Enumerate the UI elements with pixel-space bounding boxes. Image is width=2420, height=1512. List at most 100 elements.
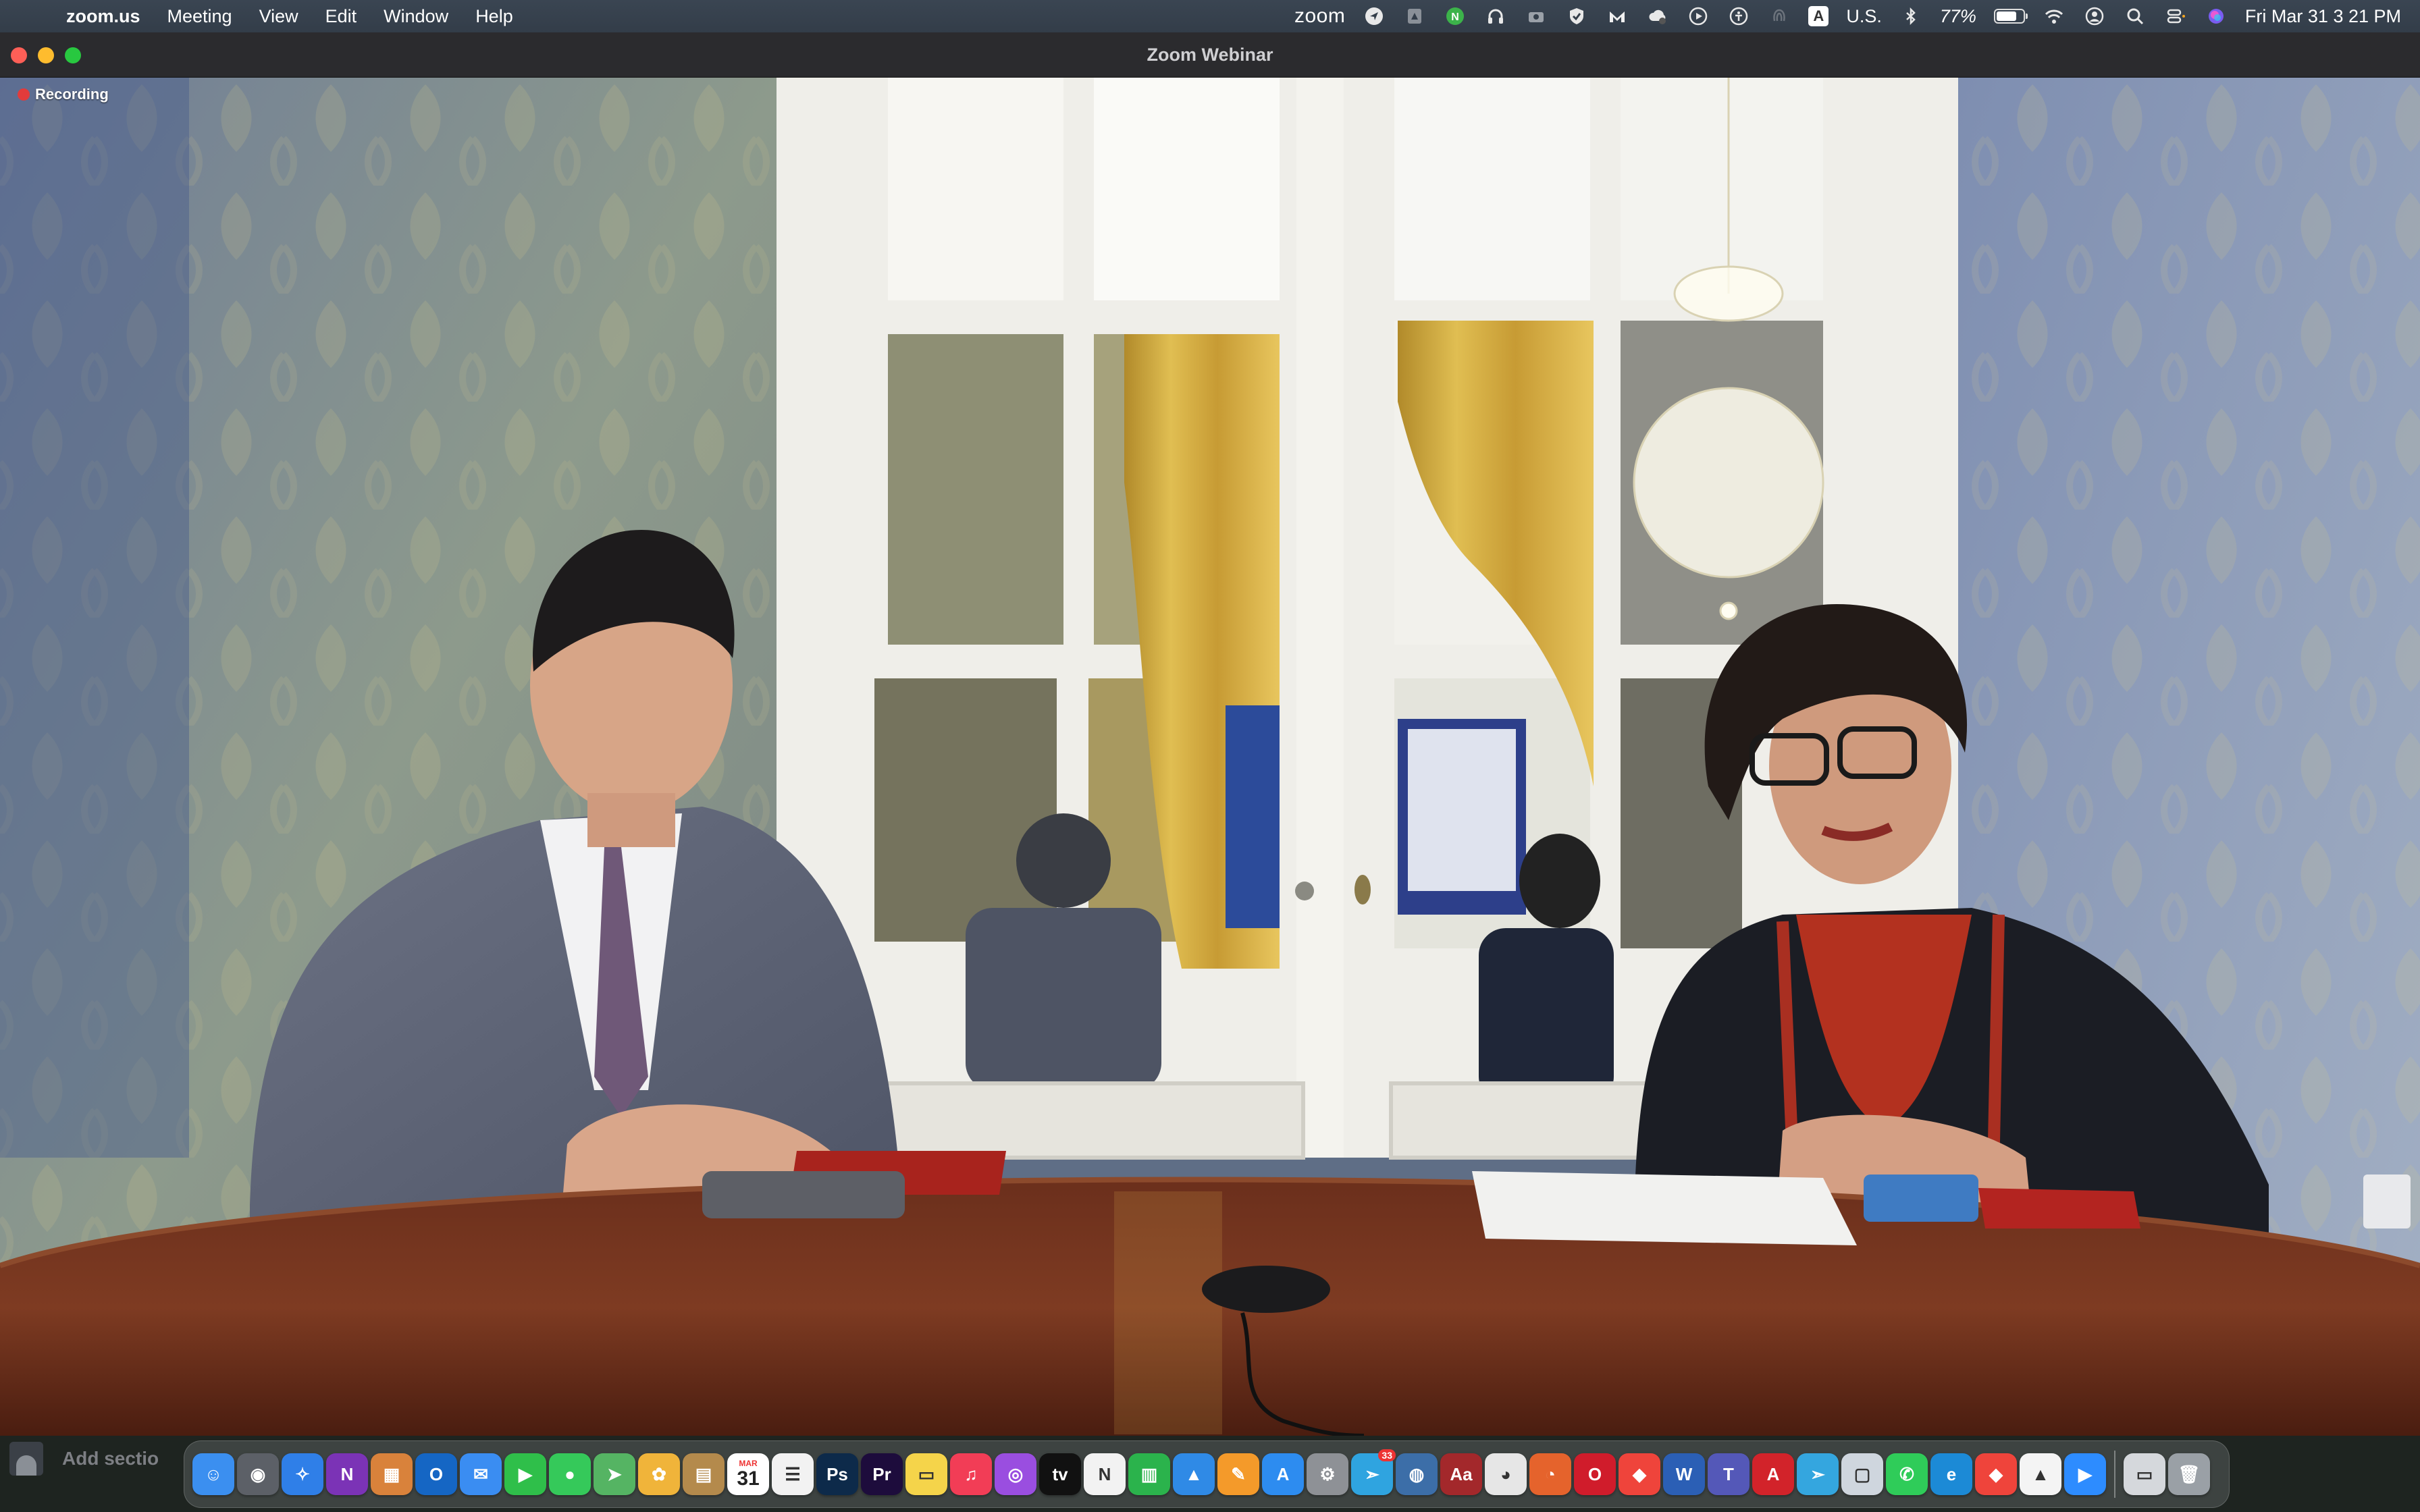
dock-icon-glyph: ✎: [1231, 1463, 1246, 1484]
dock-keynote-icon[interactable]: ▲: [1173, 1453, 1215, 1495]
dock-zoom-icon[interactable]: ▶: [2064, 1453, 2106, 1495]
close-window-button[interactable]: [11, 47, 27, 63]
dock-teams-icon[interactable]: T: [1708, 1453, 1750, 1495]
dock-icon-glyph: ▭: [2136, 1463, 2153, 1484]
dock-proxyman-icon[interactable]: ◍: [1396, 1453, 1438, 1495]
dock-system-settings-icon[interactable]: ⚙: [1307, 1453, 1348, 1495]
dock-icon-glyph: ✿: [652, 1463, 666, 1484]
add-section-row[interactable]: Add sectio: [9, 1442, 159, 1476]
battery-percent: 77%: [1939, 5, 1976, 26]
dock-icon-glyph: ☰: [785, 1463, 801, 1484]
dock-messages-icon[interactable]: ●: [549, 1453, 591, 1495]
dock-mail-icon[interactable]: ✉: [460, 1453, 502, 1495]
dock-icon-glyph: ▲: [1185, 1463, 1203, 1484]
dock-anydesk-alt-icon[interactable]: ◆: [1975, 1453, 2017, 1495]
dock-downloads-stack-icon[interactable]: ▭: [2124, 1453, 2165, 1495]
avatar: [9, 1442, 43, 1476]
recording-label: Recording: [35, 86, 109, 103]
fullscreen-window-button[interactable]: [65, 47, 81, 63]
dock-music-icon[interactable]: ♫: [950, 1453, 992, 1495]
control-center-icon[interactable]: [2164, 5, 2187, 28]
input-source-icon[interactable]: A: [1808, 6, 1829, 26]
accessibility-icon[interactable]: [1727, 5, 1750, 28]
headphones-icon[interactable]: [1484, 5, 1507, 28]
dock-photoshop-icon[interactable]: Ps: [816, 1453, 858, 1495]
dock-dictionary-icon[interactable]: Aa: [1440, 1453, 1482, 1495]
svg-text:N: N: [1452, 11, 1460, 23]
dock-icon-glyph: ▶: [2078, 1463, 2092, 1484]
dock-edge-icon[interactable]: e: [1930, 1453, 1972, 1495]
dock-app-store-icon[interactable]: A: [1262, 1453, 1304, 1495]
dock-icon-glyph: Ps: [826, 1463, 848, 1484]
nordvpn-icon[interactable]: N: [1444, 5, 1467, 28]
menu-help[interactable]: Help: [475, 6, 513, 27]
add-section-label[interactable]: Add sectio: [62, 1448, 159, 1469]
minimize-window-button[interactable]: [38, 47, 54, 63]
input-source-label[interactable]: U.S.: [1846, 6, 1882, 27]
calendar-month: MAR: [739, 1459, 758, 1468]
zoom-status-menu[interactable]: zoom: [1294, 5, 1345, 28]
telegram-badge: 33: [1378, 1449, 1396, 1461]
dock-pages-icon[interactable]: ✎: [1217, 1453, 1259, 1495]
bluetooth-icon[interactable]: [1899, 5, 1922, 28]
dock-word-icon[interactable]: W: [1663, 1453, 1705, 1495]
dock-reminders-icon[interactable]: ☰: [772, 1453, 814, 1495]
location-arrow-icon[interactable]: [1363, 5, 1386, 28]
menubar-clock[interactable]: Fri Mar 31 3 21 PM: [2245, 6, 2401, 27]
dock-finder-icon[interactable]: ☺: [192, 1453, 234, 1495]
dock-preview-icon[interactable]: ▢: [1841, 1453, 1883, 1495]
dock-google-drive-icon[interactable]: ▲: [2020, 1453, 2061, 1495]
dock-news-icon[interactable]: N: [1084, 1453, 1126, 1495]
dock-facetime-icon[interactable]: ▶: [504, 1453, 546, 1495]
dock-opera-icon[interactable]: O: [1574, 1453, 1616, 1495]
dock-onenote-icon[interactable]: N: [326, 1453, 368, 1495]
app-menu[interactable]: zoom.us: [66, 6, 140, 27]
spotlight-search-icon[interactable]: [2124, 5, 2147, 28]
dock-icon-glyph: tv: [1052, 1463, 1068, 1484]
cloud-sync-icon[interactable]: [1646, 5, 1669, 28]
siri-icon[interactable]: [2205, 5, 2228, 28]
camera-cloud-icon[interactable]: [1525, 5, 1548, 28]
dock-notes-icon[interactable]: ▭: [905, 1453, 947, 1495]
mimestream-icon[interactable]: [1606, 5, 1629, 28]
dock-icon-glyph: ◆: [1989, 1463, 2003, 1484]
battery-icon[interactable]: [1993, 9, 2028, 24]
webinar-video-feed[interactable]: Recording: [0, 78, 2420, 1436]
dock-anydesk-icon[interactable]: ◆: [1619, 1453, 1660, 1495]
dock-safari-icon[interactable]: ✧: [282, 1453, 323, 1495]
dock-notes-app-icon[interactable]: ▤: [683, 1453, 725, 1495]
dock-firefox-icon[interactable]: ◔: [1529, 1453, 1571, 1495]
calendar-day: 31: [737, 1467, 760, 1490]
dock-calendar-icon[interactable]: MAR 31: [727, 1453, 769, 1495]
menu-meeting[interactable]: Meeting: [167, 6, 232, 27]
menu-edit[interactable]: Edit: [325, 6, 357, 27]
dock-premiere-icon[interactable]: Pr: [861, 1453, 903, 1495]
menu-view[interactable]: View: [259, 6, 298, 27]
dock-icon-glyph: ●: [564, 1463, 575, 1484]
wifi-icon[interactable]: [2043, 5, 2066, 28]
dock-screenshot-icon[interactable]: ◉: [237, 1453, 279, 1495]
dock-chrome-icon[interactable]: ◕: [1485, 1453, 1527, 1495]
dock-trash-icon[interactable]: 🗑: [2168, 1453, 2210, 1495]
dock-apple-tv-icon[interactable]: tv: [1039, 1453, 1081, 1495]
drive-icon[interactable]: [1403, 5, 1426, 28]
dock-whatsapp-icon[interactable]: ✆: [1886, 1453, 1928, 1495]
dock-maps-icon[interactable]: ➤: [594, 1453, 635, 1495]
dock-outlook-icon[interactable]: O: [415, 1453, 457, 1495]
user-account-icon[interactable]: [2083, 5, 2106, 28]
play-circle-icon[interactable]: [1687, 5, 1710, 28]
dock-numbers-icon[interactable]: ▥: [1128, 1453, 1170, 1495]
dock-icon-glyph: ➤: [607, 1463, 622, 1484]
dock-launchpad-icon[interactable]: ▦: [371, 1453, 413, 1495]
dock-icon-glyph: Pr: [872, 1463, 891, 1484]
dock-telegram-alt-icon[interactable]: ➣: [1797, 1453, 1839, 1495]
dock-icon-glyph: ♫: [964, 1463, 978, 1484]
dock-telegram-icon[interactable]: ➣ 33: [1351, 1449, 1396, 1495]
shield-check-icon[interactable]: [1565, 5, 1588, 28]
menu-window[interactable]: Window: [384, 6, 448, 27]
dock-podcasts-icon[interactable]: ◎: [995, 1453, 1036, 1495]
fingerprint-icon[interactable]: [1768, 5, 1791, 28]
dock-photos-icon[interactable]: ✿: [638, 1453, 680, 1495]
apple-menu-icon[interactable]: [19, 5, 39, 28]
dock-acrobat-icon[interactable]: A: [1752, 1453, 1794, 1495]
